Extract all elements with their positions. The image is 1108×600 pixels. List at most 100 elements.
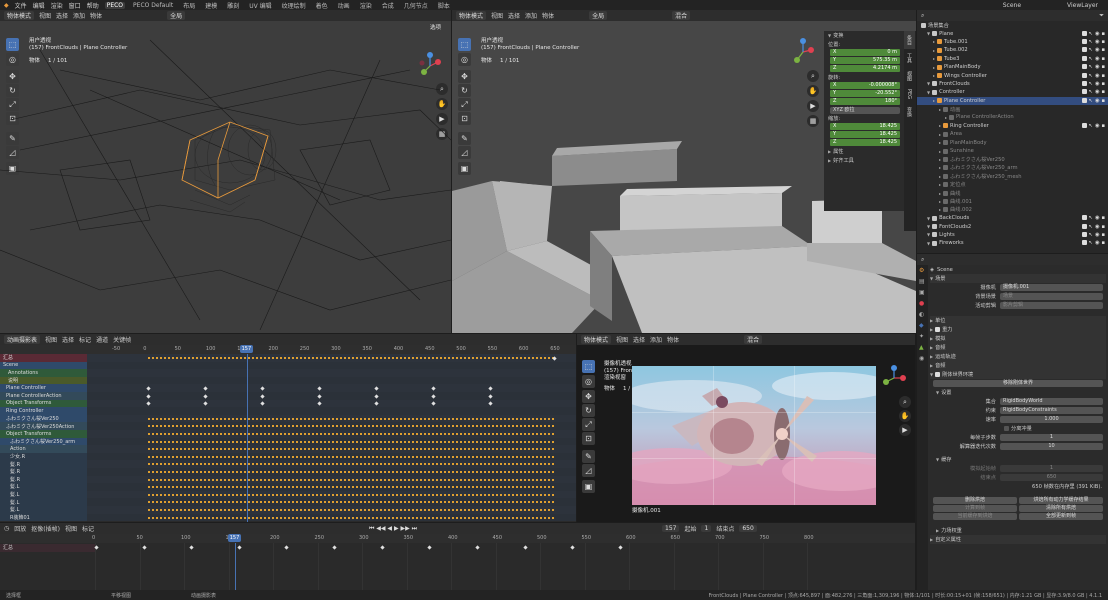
expand-icon[interactable]: ▸	[939, 107, 941, 112]
dopesheet-channel[interactable]: ふわミクさん桜Ver250_arm	[0, 437, 87, 446]
eye-icon[interactable]: ◉	[1095, 224, 1100, 230]
remove-rigidbody-button[interactable]: 移除刚体世界	[933, 380, 1103, 387]
workspace-tab[interactable]: 建模	[203, 1, 219, 10]
camera-view-icon[interactable]: ▶	[899, 424, 911, 436]
outliner-row[interactable]: ▸ ふわミクさん桜Ver250_mesh	[917, 172, 1108, 180]
settings-subpanel[interactable]: 设置	[941, 389, 951, 396]
menu-select[interactable]: 选择	[56, 11, 68, 20]
select-arrow-icon[interactable]: ↖	[1089, 240, 1093, 246]
menu-object[interactable]: 物体	[90, 11, 102, 20]
camera-icon[interactable]: ▪	[1101, 39, 1105, 45]
move-tool-icon[interactable]: ✥	[582, 390, 595, 403]
keyframe[interactable]	[475, 545, 480, 550]
workspace-tab[interactable]: 着色	[314, 1, 330, 10]
outliner-row[interactable]: ▸ Area	[917, 130, 1108, 138]
eye-icon[interactable]: ◉	[1095, 98, 1100, 104]
expand-icon[interactable]: ▸	[939, 149, 941, 154]
simulation-panel[interactable]: 模拟	[935, 335, 945, 342]
expand-icon[interactable]: ▸	[939, 199, 941, 204]
expand-icon[interactable]: ▸	[939, 123, 941, 128]
keyframe-strip[interactable]	[148, 440, 556, 443]
calc-to-frame-button[interactable]: 计算到帧	[933, 505, 1017, 512]
mode-select[interactable]: 物体模式	[456, 11, 487, 20]
workspace-tab[interactable]: 纹理绘制	[280, 1, 308, 10]
checkbox-icon[interactable]	[1081, 122, 1087, 128]
workspace-tab[interactable]: 脚本	[436, 1, 452, 10]
rotation-field[interactable]: X -0.000008°	[830, 82, 900, 89]
expand-icon[interactable]: ▸	[939, 174, 941, 179]
menu-object[interactable]: 物体	[667, 335, 679, 344]
keyframe-strip[interactable]	[148, 448, 556, 451]
keying-menu[interactable]: 抠像(插帧)	[31, 524, 60, 533]
select-arrow-icon[interactable]: ↖	[1089, 98, 1093, 104]
expand-icon[interactable]: ▼	[927, 216, 930, 221]
transform-header[interactable]: 变换	[833, 32, 843, 39]
dopesheet-channel[interactable]: Plane Controller	[0, 384, 87, 392]
select-arrow-icon[interactable]: ↖	[1089, 73, 1093, 79]
keyframe-strip[interactable]	[148, 471, 556, 473]
select-arrow-icon[interactable]: ↖	[1089, 39, 1093, 45]
outliner-row[interactable]: ▸ 曲线	[917, 189, 1108, 197]
eye-icon[interactable]: ◉	[1095, 39, 1100, 45]
select-arrow-icon[interactable]: ↖	[1089, 224, 1093, 230]
audio-panel[interactable]: 音频	[935, 344, 945, 351]
select-arrow-icon[interactable]: ↖	[1089, 47, 1093, 53]
add-cube-tool-icon[interactable]: ▣	[458, 162, 471, 175]
dopesheet-ruler[interactable]: -500501001502002503003504004505005506006…	[0, 345, 576, 354]
select-arrow-icon[interactable]: ↖	[1089, 31, 1093, 37]
expand-icon[interactable]: ▸	[945, 115, 947, 120]
menu-object[interactable]: 物体	[542, 11, 554, 20]
outliner-row[interactable]: ▸ ふわミクさん桜Ver250	[917, 155, 1108, 163]
eye-icon[interactable]: ◉	[1095, 64, 1100, 70]
zoom-icon[interactable]: ⌕	[899, 396, 911, 408]
outliner-row[interactable]: ▸ Tube3 ↖ ◉ ▪	[917, 55, 1108, 63]
expand-icon[interactable]: ▸	[939, 207, 941, 212]
dopesheet-channel[interactable]: 髪.L	[0, 498, 87, 506]
expand-icon[interactable]: ▸	[933, 48, 935, 53]
outliner-row[interactable]: ▼ Lights ↖ ◉ ▪	[917, 231, 1108, 239]
gravity-panel[interactable]: 重力	[942, 326, 952, 333]
checkbox-icon[interactable]	[1081, 64, 1087, 70]
dopesheet-channel[interactable]: Plane ControllerAction	[0, 391, 87, 400]
menu-channel[interactable]: 通道	[96, 335, 108, 344]
camera-icon[interactable]: ▪	[1101, 47, 1105, 53]
menu-view[interactable]: 视图	[616, 335, 628, 344]
tab-view[interactable]: 视图	[904, 67, 915, 85]
dopesheet-channel[interactable]: Object Transforms	[0, 429, 87, 438]
axis-gizmo-icon[interactable]	[880, 364, 908, 392]
rotation-field[interactable]: Z 180°	[830, 98, 900, 105]
keyframe-strip[interactable]	[148, 433, 556, 435]
transform-tool-icon[interactable]: ⊡	[458, 112, 471, 125]
keyframe-strip[interactable]	[148, 425, 556, 428]
select-tool-icon[interactable]: ⬚	[582, 360, 595, 373]
outliner-row[interactable]: ▸ ふわミクさん桜Ver250_arm	[917, 164, 1108, 172]
scene-selector[interactable]: Scene	[1003, 2, 1021, 9]
delete-bake-button[interactable]: 删除烘焙	[933, 497, 1017, 504]
expand-icon[interactable]: ▸	[939, 140, 941, 145]
checkbox-icon[interactable]	[1081, 72, 1087, 78]
outliner-row[interactable]: ▸ 曲线.001	[917, 197, 1108, 205]
field-weights-subpanel[interactable]: 力场权重	[941, 527, 962, 534]
camera-icon[interactable]: ▪	[1101, 232, 1105, 238]
keyframe-strip[interactable]	[148, 417, 556, 420]
expand-icon[interactable]: ▼	[927, 90, 930, 95]
outliner-row[interactable]: ▸ 动画	[917, 105, 1108, 113]
timeline-ruler[interactable]: 0501001502002503003504004505005506006507…	[0, 534, 915, 543]
workspace-tab[interactable]: 几何节点	[402, 1, 430, 10]
expand-icon[interactable]: ▼	[927, 232, 930, 237]
playback-controls-icon[interactable]: ⏮ ◀◀ ◀ ▶ ▶▶ ⏭	[369, 525, 417, 533]
camera-icon[interactable]: ▪	[1101, 224, 1105, 230]
eye-icon[interactable]: ◉	[1095, 215, 1100, 221]
dopesheet-channel[interactable]: R装飾01	[0, 513, 87, 522]
view-menu[interactable]: 视图	[65, 524, 77, 533]
location-field[interactable]: X0 m	[830, 49, 900, 56]
dopesheet-channel[interactable]: Scene	[0, 361, 87, 370]
keyframe[interactable]	[284, 545, 290, 550]
outliner-row[interactable]: ▸ PlanMainBody	[917, 138, 1108, 146]
keyframe[interactable]	[141, 545, 147, 550]
workspace-tab[interactable]: PECO Default	[131, 2, 175, 9]
menu-marker[interactable]: 标记	[79, 335, 91, 344]
search-icon[interactable]: ⌕	[921, 256, 924, 264]
scale-tool-icon[interactable]: ⤢	[458, 98, 471, 111]
expand-icon[interactable]: ▸	[933, 56, 935, 61]
